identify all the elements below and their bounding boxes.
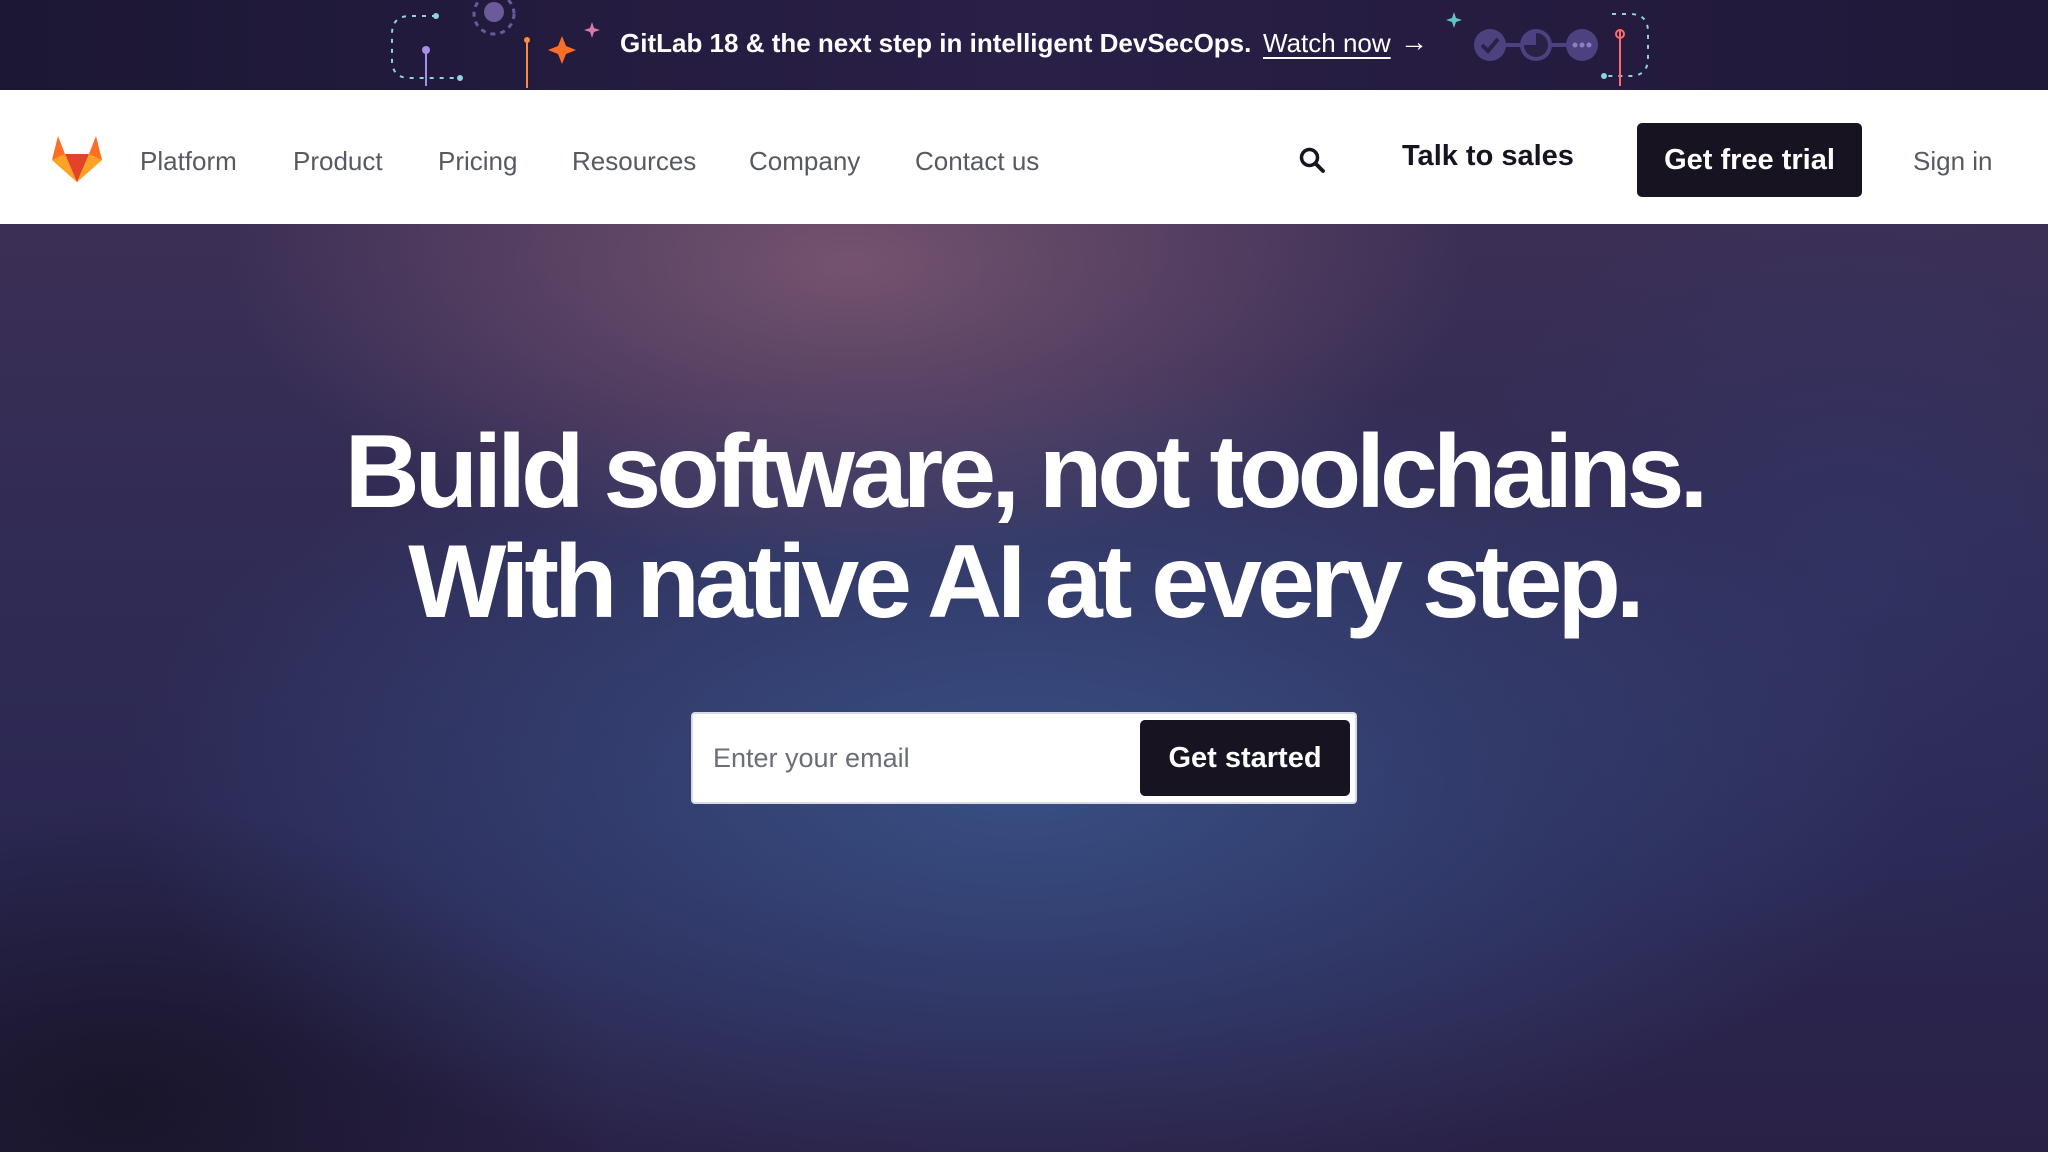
announcement-banner: GitLab 18 & the next step in intelligent… [0, 0, 2048, 90]
talk-to-sales-link[interactable]: Talk to sales [1402, 140, 1574, 173]
hero-headline-line-2: With native AI at every step. [408, 524, 1645, 640]
nav-item-pricing[interactable]: Pricing [438, 146, 517, 177]
banner-message: GitLab 18 & the next step in intelligent… [620, 28, 1252, 58]
arrow-right-icon[interactable]: → [1400, 26, 1428, 58]
main-nav: Platform Product Pricing Resources Compa… [0, 90, 2048, 224]
email-input[interactable] [713, 728, 1133, 788]
banner-right-decoration-icon [1446, 12, 1649, 86]
nav-item-contact-us[interactable]: Contact us [915, 146, 1039, 177]
banner-left-decoration-icon [391, 0, 600, 88]
search-icon[interactable] [1298, 146, 1326, 174]
hero-headline-line-1: Build software, not toolchains. [344, 414, 1709, 530]
hero-section: Build software, not toolchains. With nat… [0, 224, 2048, 1152]
nav-item-product[interactable]: Product [293, 146, 383, 177]
watch-now-link[interactable]: Watch now [1263, 28, 1391, 59]
get-free-trial-button[interactable]: Get free trial [1637, 123, 1862, 197]
gitlab-logo-icon[interactable] [50, 132, 104, 184]
sign-in-link[interactable]: Sign in [1913, 146, 1993, 177]
nav-item-resources[interactable]: Resources [572, 146, 696, 177]
get-started-button[interactable]: Get started [1140, 720, 1350, 796]
nav-item-company[interactable]: Company [749, 146, 860, 177]
nav-item-platform[interactable]: Platform [140, 146, 237, 177]
email-signup-form: Get started [691, 712, 1357, 804]
